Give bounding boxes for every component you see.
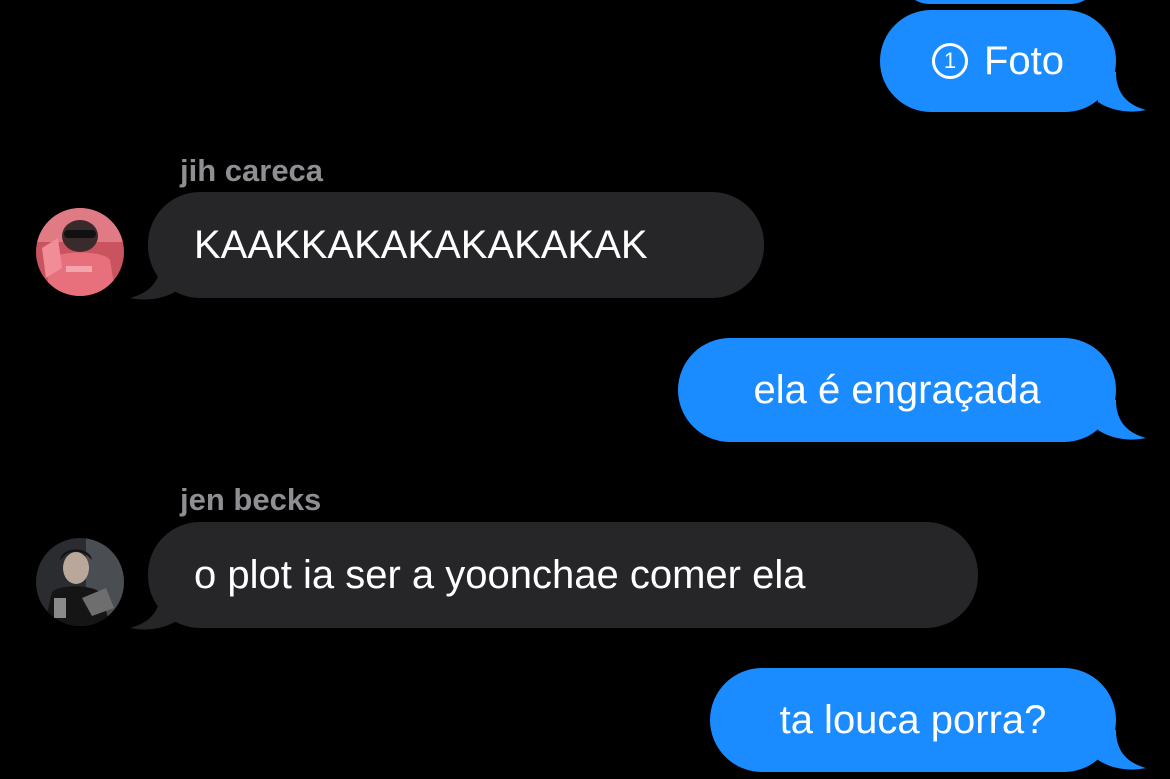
incoming-message-bubble[interactable]: KAAKKAKAKAKAKAKAK — [148, 192, 764, 298]
outgoing-message-bubble[interactable]: 1 Foto — [880, 10, 1116, 112]
sender-name: jih careca — [180, 153, 324, 188]
message-text: Foto — [983, 38, 1065, 83]
message-text: KAAKKAKAKAKAKAKAK — [194, 222, 648, 267]
outgoing-message-bubble[interactable]: ta louca porra? — [710, 668, 1116, 772]
previous-message-bubble[interactable] — [900, 0, 1100, 4]
outgoing-bubble-tail — [1098, 72, 1146, 112]
dark-portrait-avatar[interactable] — [36, 538, 124, 626]
outgoing-message-bubble[interactable]: ela é engraçada — [678, 338, 1116, 442]
circled-1-icon: 1 — [931, 43, 968, 79]
incoming-message-bubble[interactable]: o plot ia ser a yoonchae comer ela — [148, 522, 978, 628]
message-text: o plot ia ser a yoonchae comer ela — [194, 552, 806, 597]
message-text: ta louca porra? — [779, 697, 1047, 742]
pink-hoodie-avatar[interactable] — [36, 208, 124, 296]
sender-name: jen becks — [180, 482, 322, 517]
outgoing-bubble-tail — [1098, 730, 1146, 770]
message-text: ela é engraçada — [753, 367, 1041, 412]
outgoing-bubble-tail — [1098, 400, 1146, 440]
